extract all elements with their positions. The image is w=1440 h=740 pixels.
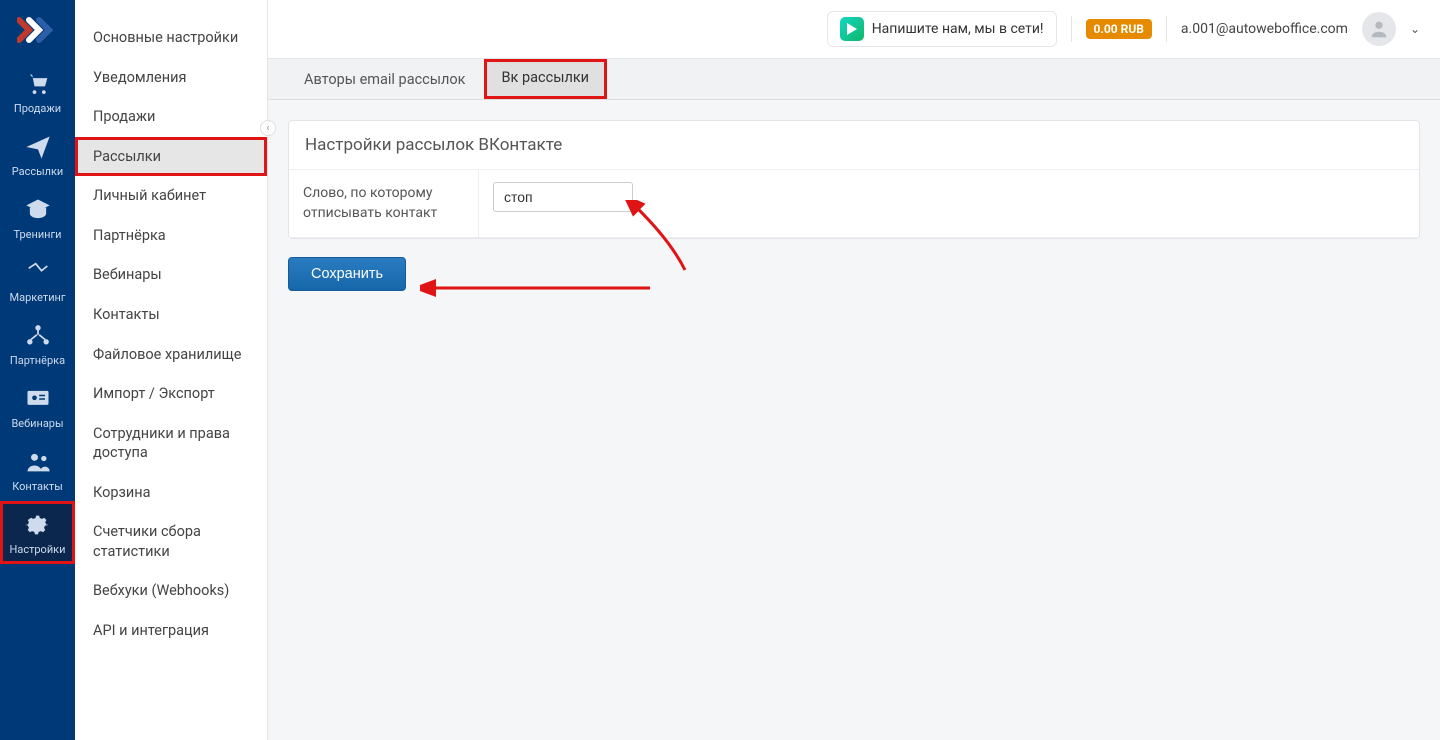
rail-item-partner[interactable]: Партнёрка: [0, 312, 75, 375]
gear-icon: [24, 511, 52, 539]
submenu-item-cabinet[interactable]: Личный кабинет: [75, 176, 267, 216]
rail-label: Маркетинг: [10, 291, 66, 304]
field-label: Слово, по которому отписывать контакт: [289, 170, 479, 237]
rail-item-settings[interactable]: Настройки: [0, 501, 75, 564]
divider: [1166, 16, 1167, 42]
submenu-item-mailings[interactable]: Рассылки: [75, 137, 267, 177]
rail-label: Вебинары: [11, 417, 63, 430]
panel-body: Слово, по которому отписывать контакт: [289, 170, 1419, 238]
rail-item-webinars[interactable]: Вебинары: [0, 375, 75, 438]
user-icon: [1368, 18, 1390, 40]
rail-label: Партнёрка: [10, 354, 65, 367]
rail-label: Рассылки: [12, 165, 64, 178]
user-menu-caret[interactable]: ⌄: [1410, 22, 1420, 36]
send-icon: [24, 133, 52, 161]
field-container: [479, 170, 1419, 237]
users-icon: [24, 448, 52, 476]
submenu-item-staff[interactable]: Сотрудники и права доступа: [75, 414, 267, 473]
submenu-item-import-export[interactable]: Импорт / Экспорт: [75, 374, 267, 414]
rail-label: Тренинги: [14, 228, 62, 241]
content-area: Настройки рассылок ВКонтакте Слово, по к…: [268, 100, 1440, 740]
save-button[interactable]: Сохранить: [288, 257, 406, 291]
tab-email-authors[interactable]: Авторы email рассылок: [286, 59, 484, 99]
chart-icon: [24, 259, 52, 287]
chat-widget[interactable]: Напишите нам, мы в сети!: [827, 11, 1057, 47]
user-email[interactable]: a.001@autoweboffice.com: [1181, 21, 1348, 37]
submenu-item-webinars[interactable]: Вебинары: [75, 255, 267, 295]
settings-submenu: Основные настройки Уведомления Продажи Р…: [75, 0, 268, 740]
panel-title: Настройки рассылок ВКонтакте: [289, 121, 1419, 170]
graduation-icon: [24, 196, 52, 224]
rail-item-trainings[interactable]: Тренинги: [0, 186, 75, 249]
chat-text: Напишите нам, мы в сети!: [872, 21, 1044, 37]
avatar[interactable]: [1362, 12, 1396, 46]
presentation-icon: [24, 385, 52, 413]
top-header: Напишите нам, мы в сети! 0.00 RUB a.001@…: [268, 0, 1440, 58]
rail-item-sales[interactable]: Продажи: [0, 60, 75, 123]
submenu-item-sales[interactable]: Продажи: [75, 97, 267, 137]
submenu-item-counters[interactable]: Счетчики сбора статистики: [75, 512, 267, 571]
rail-item-mailings[interactable]: Рассылки: [0, 123, 75, 186]
submenu-item-contacts[interactable]: Контакты: [75, 295, 267, 335]
submenu-item-trash[interactable]: Корзина: [75, 473, 267, 513]
submenu-item-main-settings[interactable]: Основные настройки: [75, 18, 267, 58]
network-icon: [24, 322, 52, 350]
left-nav-rail: Продажи Рассылки Тренинги Маркетинг Парт…: [0, 0, 75, 740]
chat-play-icon: [840, 17, 864, 41]
vk-settings-panel: Настройки рассылок ВКонтакте Слово, по к…: [288, 120, 1420, 239]
cart-icon: [24, 70, 52, 98]
rail-label: Продажи: [14, 102, 61, 115]
submenu-item-partner[interactable]: Партнёрка: [75, 216, 267, 256]
submenu-item-notifications[interactable]: Уведомления: [75, 58, 267, 98]
stopword-input[interactable]: [493, 182, 633, 212]
divider: [1071, 16, 1072, 42]
rail-label: Настройки: [10, 543, 66, 556]
submenu-item-webhooks[interactable]: Вебхуки (Webhooks): [75, 571, 267, 611]
rail-item-contacts[interactable]: Контакты: [0, 438, 75, 501]
tabs-bar: Авторы email рассылок Вк рассылки: [268, 58, 1440, 100]
submenu-collapse-toggle[interactable]: ‹: [260, 120, 276, 136]
balance-badge[interactable]: 0.00 RUB: [1086, 19, 1152, 39]
form-row-stopword: Слово, по которому отписывать контакт: [289, 170, 1419, 238]
rail-item-marketing[interactable]: Маркетинг: [0, 249, 75, 312]
submenu-item-api[interactable]: API и интеграция: [75, 611, 267, 651]
app-logo: [0, 0, 75, 60]
tab-vk-mailings[interactable]: Вк рассылки: [484, 59, 608, 99]
submenu-item-file-storage[interactable]: Файловое хранилище: [75, 335, 267, 375]
rail-label: Контакты: [12, 480, 63, 493]
